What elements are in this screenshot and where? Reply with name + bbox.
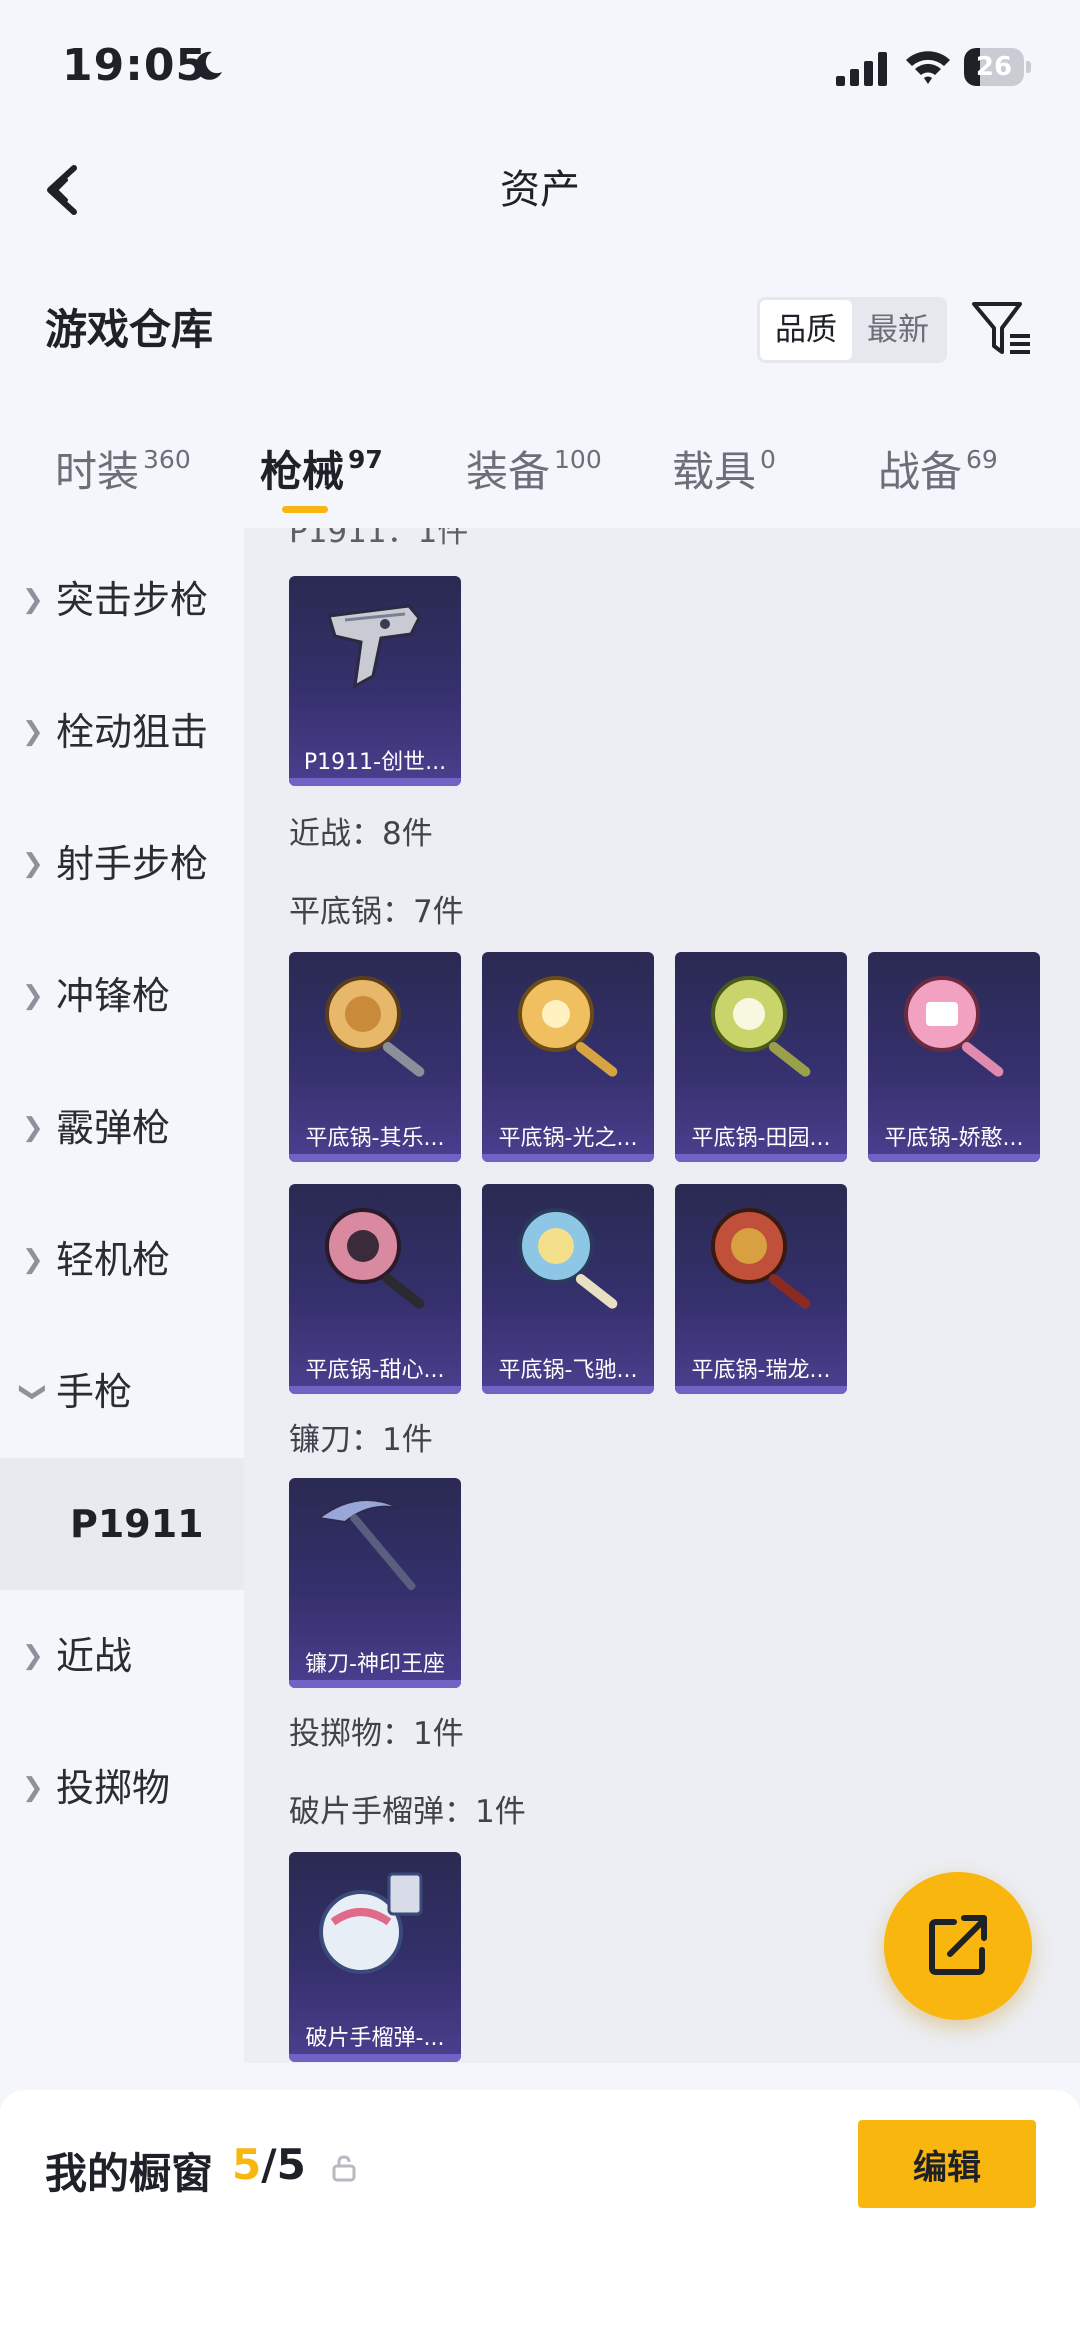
frying-pan-icon — [518, 976, 618, 1077]
pistol-icon — [327, 604, 421, 689]
chevron-right-icon: ❯ — [22, 1773, 44, 1803]
section-header-melee: 近战：8件 — [289, 816, 433, 852]
item-label: P1911-创世... — [303, 750, 447, 775]
frying-pan-icon — [711, 1208, 811, 1309]
battery-level: 26 — [975, 52, 1013, 82]
item-card-grenade[interactable]: 破片手榴弹-... — [289, 1852, 461, 2062]
sort-toggle: 品质 最新 — [757, 297, 947, 363]
sidebar-item-marksman-rifle[interactable]: ❯ 射手步枪 — [0, 798, 244, 930]
tab-firearms[interactable]: 枪械 97 — [260, 438, 383, 499]
frying-pan-icon — [711, 976, 811, 1077]
chevron-right-icon: ❯ — [22, 1245, 44, 1275]
item-card-pan[interactable]: 平底锅-甜心... — [289, 1184, 461, 1394]
sidebar-item-bolt-sniper[interactable]: ❯ 栓动狙击 — [0, 666, 244, 798]
active-tab-indicator — [282, 506, 328, 513]
item-card-pan[interactable]: 平底锅-瑞龙... — [675, 1184, 847, 1394]
chevron-right-icon: ❯ — [22, 981, 44, 1011]
section-header-grenade: 破片手榴弹：1件 — [289, 1794, 526, 1830]
chevron-right-icon: ❯ — [22, 717, 44, 747]
showcase-count: 5/5 — [232, 2140, 306, 2189]
item-label: 平底锅-其乐... — [305, 1126, 445, 1151]
item-label: 平底锅-光之... — [498, 1126, 638, 1151]
item-card-pan[interactable]: 平底锅-田园... — [675, 952, 847, 1162]
item-card-pan[interactable]: 平底锅-光之... — [482, 952, 654, 1162]
sort-quality-button[interactable]: 品质 — [760, 300, 852, 360]
sort-newest-button[interactable]: 最新 — [852, 300, 944, 360]
section-header-throwable: 投掷物：1件 — [289, 1716, 464, 1752]
item-label: 平底锅-瑞龙... — [691, 1358, 831, 1383]
sidebar-subitem-p1911[interactable]: P1911 — [0, 1458, 244, 1590]
share-button[interactable] — [884, 1872, 1032, 2020]
moon-icon — [195, 51, 222, 80]
warehouse-title: 游戏仓库 — [45, 305, 214, 354]
item-card-pan[interactable]: 平底锅-娇憨... — [868, 952, 1040, 1162]
frying-pan-icon — [325, 1208, 425, 1309]
sidebar-item-pistol[interactable]: ❯ 手枪 — [0, 1326, 244, 1458]
section-header-pan: 平底锅：7件 — [289, 894, 464, 930]
edit-button[interactable]: 编辑 — [858, 2120, 1036, 2208]
battery-icon: 26 — [964, 48, 1031, 86]
sidebar-item-throwable[interactable]: ❯ 投掷物 — [0, 1722, 244, 1854]
item-label: 镰刀-神印王座 — [305, 1652, 445, 1677]
sidebar-item-assault-rifle[interactable]: ❯ 突击步枪 — [0, 534, 244, 666]
item-grid: P1911：1件 P1911-创世... 近战：8件 平底锅：7件 平底锅-其乐… — [244, 528, 1080, 2063]
category-tabs: 时装 360 枪械 97 装备 100 载具 0 战备 69 — [0, 430, 1080, 520]
wifi-icon — [906, 51, 950, 84]
sidebar-item-shotgun[interactable]: ❯ 霰弹枪 — [0, 1062, 244, 1194]
section-header-sickle: 镰刀：1件 — [289, 1422, 433, 1458]
section-header-p1911: P1911：1件 — [289, 528, 469, 550]
frying-pan-icon — [518, 1208, 618, 1309]
tab-supplies[interactable]: 战备 69 — [878, 438, 998, 499]
sickle-icon — [316, 1499, 416, 1591]
chevron-right-icon: ❯ — [22, 1641, 44, 1671]
item-card-pan[interactable]: 平底锅-其乐... — [289, 952, 461, 1162]
tab-equipment[interactable]: 装备 100 — [466, 438, 602, 499]
signal-icon — [836, 52, 887, 86]
page-title: 资产 — [500, 167, 580, 213]
item-label: 平底锅-娇憨... — [884, 1126, 1024, 1151]
item-label: 平底锅-田园... — [691, 1126, 831, 1151]
sidebar-item-smg[interactable]: ❯ 冲锋枪 — [0, 930, 244, 1062]
chevron-right-icon: ❯ — [22, 1113, 44, 1143]
showcase-bar: 我的橱窗 5/5 编辑 — [0, 2090, 1080, 2337]
showcase-label: 我的橱窗 — [45, 2149, 214, 2198]
sidebar-item-melee[interactable]: ❯ 近战 — [0, 1590, 244, 1722]
frying-pan-icon — [325, 976, 425, 1077]
item-card-p1911[interactable]: P1911-创世... — [289, 576, 461, 786]
sidebar-item-lmg[interactable]: ❯ 轻机枪 — [0, 1194, 244, 1326]
filter-icon[interactable] — [970, 298, 1034, 360]
status-time: 19:05 — [62, 40, 208, 91]
status-bar: 19:05 26 — [0, 0, 1080, 130]
lock-icon — [332, 2155, 356, 2182]
item-label: 平底锅-甜心... — [305, 1358, 445, 1383]
tab-fashion[interactable]: 时装 360 — [55, 438, 191, 499]
chevron-down-icon: ❯ — [17, 1381, 48, 1403]
chevron-right-icon: ❯ — [22, 849, 44, 879]
item-card-pan[interactable]: 平底锅-飞驰... — [482, 1184, 654, 1394]
frying-pan-icon — [904, 976, 1004, 1077]
grenade-icon — [319, 1872, 423, 1974]
tab-vehicles[interactable]: 载具 0 — [672, 438, 776, 499]
chevron-right-icon: ❯ — [22, 585, 44, 615]
item-label: 平底锅-飞驰... — [498, 1358, 638, 1383]
weapon-category-sidebar: ❯ 突击步枪 ❯ 栓动狙击 ❯ 射手步枪 ❯ 冲锋枪 ❯ 霰弹枪 ❯ 轻机枪 ❯ 手枪 P19… — [0, 528, 244, 2063]
item-label: 破片手榴弹-... — [305, 2026, 445, 2051]
item-card-sickle[interactable]: 镰刀-神印王座 — [289, 1478, 461, 1688]
